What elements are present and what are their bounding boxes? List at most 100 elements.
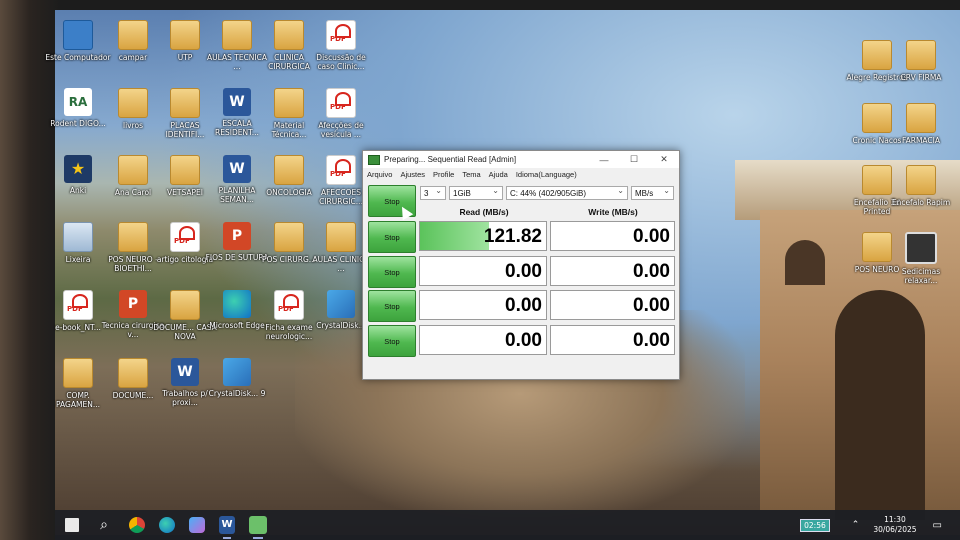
wallpaper-arch <box>835 290 925 520</box>
menu-ajuda[interactable]: Ajuda <box>489 170 508 179</box>
desktop-icon-label: FARMACIA <box>901 136 941 145</box>
desktop-icon-label: Sedicimas relaxar... <box>901 267 941 285</box>
folder-icon <box>906 103 936 133</box>
menu-tema[interactable]: Tema <box>462 170 480 179</box>
row4-write-value: 0.00 <box>550 325 675 355</box>
word-icon: W <box>171 358 199 386</box>
row4-stop-button[interactable]: Stop <box>368 325 416 357</box>
folder-icon <box>222 20 252 50</box>
clock-icon <box>905 232 937 264</box>
system-tray: 02:56 ⌃ 11:30 30/06/2025 ▭ <box>800 515 960 535</box>
folder-icon <box>274 88 304 118</box>
desktop-icon[interactable]: FARMACIA <box>888 103 954 145</box>
folder-icon <box>170 20 200 50</box>
ppt-icon: P <box>119 290 147 318</box>
menu-arquivo[interactable]: Arquivo <box>367 170 392 179</box>
clock[interactable]: 11:30 30/06/2025 <box>873 515 916 535</box>
write-header: Write (MB/s) <box>588 207 638 217</box>
desktop-icon[interactable]: Afecções de vesícula ... <box>308 88 374 139</box>
desktop-icon[interactable]: Discussão de caso Clinic... <box>308 20 374 71</box>
menu-ajustes[interactable]: Ajustes <box>400 170 425 179</box>
recycle-bin-icon <box>63 222 93 252</box>
row1-read-value: 121.82 <box>419 221 547 251</box>
minimize-button[interactable]: — <box>589 155 619 165</box>
size-select[interactable]: 1GiB <box>449 184 503 200</box>
row2-read-value: 0.00 <box>419 256 547 286</box>
clock-date: 30/06/2025 <box>873 525 917 534</box>
search-icon[interactable]: ⌕ <box>93 516 115 534</box>
wallpaper-arch-small <box>785 240 825 285</box>
pdf-icon <box>170 222 200 252</box>
window-title: Preparing... Sequential Read [Admin] <box>384 155 517 164</box>
battery-indicator[interactable]: 02:56 <box>800 518 830 532</box>
menu-idioma[interactable]: Idioma(Language) <box>516 170 577 179</box>
folder-icon <box>118 222 148 252</box>
start-icon[interactable] <box>65 518 79 532</box>
chevron-up-icon[interactable]: ⌃ <box>852 520 860 530</box>
desktop-icon[interactable]: Encefalo Rapim <box>888 165 954 207</box>
crystaldisk-icon <box>223 358 251 386</box>
anki-icon: ★ <box>64 155 92 183</box>
crystaldisk-icon <box>368 154 380 165</box>
folder-icon <box>274 222 304 252</box>
desktop-icon-label: CRV FIRMA <box>900 73 942 82</box>
row1-stop-button[interactable]: Stop <box>368 221 416 253</box>
desktop-icon[interactable]: CrystalDisk... 9 <box>204 358 270 398</box>
pc-icon <box>63 20 93 50</box>
desktop-icon[interactable]: CRV FIRMA <box>888 40 954 82</box>
desktop-icon[interactable]: Sedicimas relaxar... <box>888 232 954 285</box>
word-taskbar-icon[interactable]: W <box>219 516 235 539</box>
folder-icon <box>326 222 356 252</box>
folder-icon <box>170 88 200 118</box>
word-icon: W <box>223 88 251 116</box>
ppt-icon: P <box>223 222 251 250</box>
folder-icon <box>170 290 200 320</box>
folder-icon <box>906 165 936 195</box>
desktop-icon-label: Encefalo Rapim <box>891 198 951 207</box>
row2-stop-button[interactable]: Stop <box>368 256 416 288</box>
count-select[interactable]: 3 <box>420 184 446 200</box>
pdf-icon <box>326 155 356 185</box>
folder-icon <box>274 155 304 185</box>
menu-bar: Arquivo Ajustes Profile Tema Ajuda Idiom… <box>363 168 679 180</box>
pdf-icon <box>63 290 93 320</box>
read-header: Read (MB/s) <box>459 207 509 217</box>
row2-write-value: 0.00 <box>550 256 675 286</box>
clock-time: 11:30 <box>884 515 906 524</box>
close-button[interactable]: ✕ <box>649 154 679 165</box>
row1-write-value: 0.00 <box>550 221 675 251</box>
folder-icon <box>118 88 148 118</box>
taskbar: ⌕ W 02:56 ⌃ 11:30 30/06/2025 ▭ <box>55 510 960 540</box>
folder-icon <box>906 40 936 70</box>
desktop-icon-label: CrystalDisk... 9 <box>208 389 266 398</box>
edge-icon[interactable] <box>159 517 175 533</box>
word-icon: W <box>223 155 251 183</box>
menu-profile[interactable]: Profile <box>433 170 454 179</box>
unit-select[interactable]: MB/s <box>631 184 674 200</box>
row3-write-value: 0.00 <box>550 290 675 320</box>
folder-icon <box>118 358 148 388</box>
row3-stop-button[interactable]: Stop <box>368 290 416 322</box>
folder-icon <box>118 20 148 50</box>
pdf-icon <box>326 20 356 50</box>
row3-read-value: 0.00 <box>419 290 547 320</box>
crystaldiskmark-window[interactable]: Preparing... Sequential Read [Admin] — ☐… <box>362 150 680 380</box>
row1-read-progress <box>420 222 490 250</box>
copilot-icon[interactable] <box>189 517 205 533</box>
folder-icon <box>63 358 93 388</box>
pdf-icon <box>326 88 356 118</box>
notification-icon[interactable]: ▭ <box>933 520 942 531</box>
folder-icon <box>118 155 148 185</box>
maximize-button[interactable]: ☐ <box>619 154 649 165</box>
chrome-icon[interactable] <box>129 517 145 533</box>
title-bar[interactable]: Preparing... Sequential Read [Admin] — ☐… <box>363 151 679 168</box>
crystaldisk-taskbar-icon[interactable] <box>249 516 267 539</box>
folder-icon <box>274 20 304 50</box>
edge-icon <box>223 290 251 318</box>
drive-select[interactable]: C: 44% (402/905GiB) <box>506 184 628 200</box>
ra-icon: RA <box>64 88 92 116</box>
crystaldisk-icon <box>327 290 355 318</box>
row4-read-value: 0.00 <box>419 325 547 355</box>
desktop-icon-label: Discussão de caso Clinic... <box>316 53 366 71</box>
folder-icon <box>170 155 200 185</box>
